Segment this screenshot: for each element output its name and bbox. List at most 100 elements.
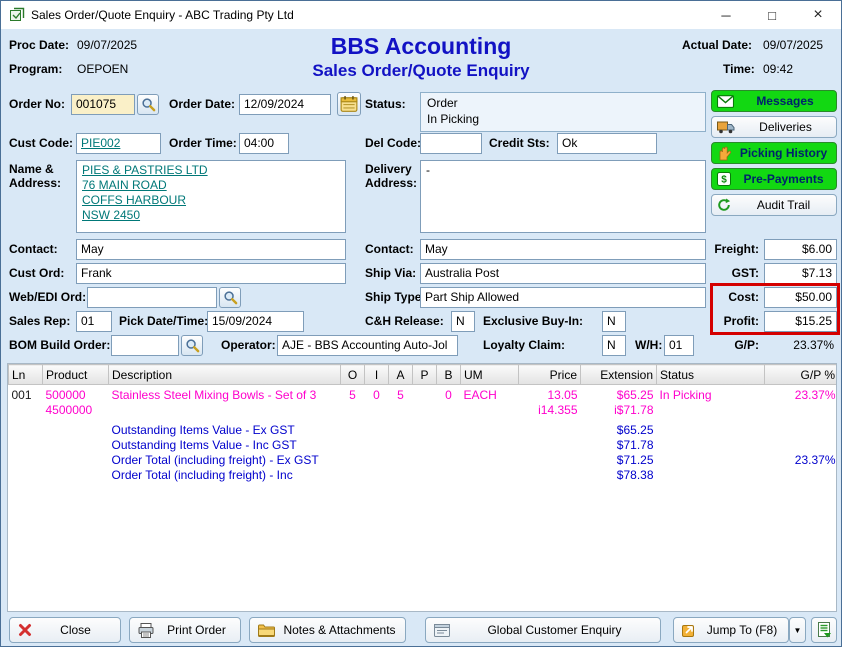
order-no-field[interactable]: 001075 xyxy=(71,94,135,115)
sales-rep-label: Sales Rep: xyxy=(9,314,70,328)
calendar-button[interactable] xyxy=(337,92,361,116)
audit-trail-button[interactable]: Audit Trail xyxy=(711,194,837,216)
col-ln: Ln xyxy=(9,365,43,385)
order-date-field[interactable]: 12/09/2024 xyxy=(239,94,331,115)
col-extension: Extension xyxy=(581,365,657,385)
picking-history-button[interactable]: Picking History xyxy=(711,142,837,164)
svg-text:$: $ xyxy=(721,175,727,186)
cell-b: 0 xyxy=(437,388,461,418)
calendar-icon xyxy=(340,95,358,113)
name-address-box: PIES & PASTRIES LTD 76 MAIN ROAD COFFS H… xyxy=(76,160,346,233)
proc-date-label: Proc Date: xyxy=(9,38,69,52)
col-a: A xyxy=(389,365,413,385)
summary-extension: $65.25 xyxy=(581,423,657,438)
contact-left-field[interactable]: May xyxy=(76,239,346,260)
credit-sts-label: Credit Sts: xyxy=(489,136,550,150)
search-icon xyxy=(185,338,200,353)
bom-build-order-field[interactable] xyxy=(111,335,179,356)
pick-date-time-label: Pick Date/Time: xyxy=(119,314,208,328)
messages-button[interactable]: Messages xyxy=(711,90,837,112)
close-button[interactable]: Close xyxy=(9,617,121,643)
address-line-3[interactable]: COFFS HARBOUR xyxy=(82,193,186,207)
green-document-icon xyxy=(817,622,832,638)
truck-icon xyxy=(717,121,735,134)
sales-rep-field[interactable]: 01 xyxy=(76,311,112,332)
close-icon xyxy=(18,623,32,637)
cust-code-field[interactable]: PIE002 xyxy=(76,133,161,154)
cell-a: 5 xyxy=(389,388,413,418)
notes-attachments-label: Notes & Attachments xyxy=(282,623,397,637)
maximize-button[interactable]: □ xyxy=(749,1,795,29)
gp-value: 23.37% xyxy=(764,338,834,352)
deliveries-button[interactable]: Deliveries xyxy=(711,116,837,138)
bom-search-button[interactable] xyxy=(181,335,203,356)
program-value: OEPOEN xyxy=(77,62,128,76)
search-icon xyxy=(223,290,238,305)
deliveries-label: Deliveries xyxy=(740,120,831,134)
contact-right-field[interactable]: May xyxy=(420,239,706,260)
global-customer-enquiry-button[interactable]: Global Customer Enquiry xyxy=(425,617,661,643)
address-line-4[interactable]: NSW 2450 xyxy=(82,208,140,222)
bom-build-order-label: BOM Build Order: xyxy=(9,338,110,352)
print-order-button[interactable]: Print Order xyxy=(129,617,241,643)
proc-date-value: 09/07/2025 xyxy=(77,38,137,52)
jump-to-dropdown-arrow[interactable]: ▼ xyxy=(789,617,806,643)
del-code-field[interactable] xyxy=(420,133,482,154)
order-time-field[interactable]: 04:00 xyxy=(239,133,289,154)
global-customer-enquiry-label: Global Customer Enquiry xyxy=(457,623,652,637)
close-window-button[interactable]: × xyxy=(795,1,841,29)
cell-ln: 001 xyxy=(9,388,43,418)
actual-date-label: Actual Date: xyxy=(682,38,752,52)
table-row[interactable]: 001 500000 4500000 Stainless Steel Mixin… xyxy=(9,388,838,418)
exclusive-buy-in-field[interactable]: N xyxy=(602,311,626,332)
messages-label: Messages xyxy=(739,94,831,108)
chevron-down-icon: ▼ xyxy=(794,626,802,635)
program-label: Program: xyxy=(9,62,62,76)
operator-field[interactable]: AJE - BBS Accounting Auto-Jol xyxy=(277,335,458,356)
web-edi-search-button[interactable] xyxy=(219,287,241,308)
product-code-2: 4500000 xyxy=(46,403,106,418)
order-date-label: Order Date: xyxy=(169,97,235,111)
contact-left-label: Contact: xyxy=(9,242,58,256)
product-code-1: 500000 xyxy=(46,388,106,403)
web-edi-ord-field[interactable] xyxy=(87,287,217,308)
summary-gp xyxy=(765,438,838,453)
export-button[interactable] xyxy=(811,617,837,643)
address-line-1[interactable]: PIES & PASTRIES LTD xyxy=(82,163,208,177)
ship-type-field[interactable]: Part Ship Allowed xyxy=(420,287,706,308)
col-i: I xyxy=(365,365,389,385)
jump-to-button[interactable]: Jump To (F8) xyxy=(673,617,789,643)
col-gp: G/P % xyxy=(765,365,838,385)
cust-ord-field[interactable]: Frank xyxy=(76,263,346,284)
summary-gp: 23.37% xyxy=(765,453,838,468)
freight-label: Freight: xyxy=(691,242,759,256)
ship-via-field[interactable]: Australia Post xyxy=(420,263,706,284)
folder-icon xyxy=(258,624,275,637)
notes-attachments-button[interactable]: Notes & Attachments xyxy=(249,617,406,643)
cell-description: Stainless Steel Mixing Bowls - Set of 3 xyxy=(109,388,341,418)
web-edi-ord-label: Web/EDI Ord: xyxy=(9,290,86,304)
order-no-label: Order No: xyxy=(9,97,65,111)
loyalty-claim-field[interactable]: N xyxy=(602,335,626,356)
col-b: B xyxy=(437,365,461,385)
pre-payments-button[interactable]: $ Pre-Payments xyxy=(711,168,837,190)
minimize-button[interactable]: ─ xyxy=(703,1,749,29)
summary-extension: $78.38 xyxy=(581,468,657,483)
freight-value: $6.00 xyxy=(764,239,837,260)
cust-code-link[interactable]: PIE002 xyxy=(81,136,120,150)
audit-trail-label: Audit Trail xyxy=(736,198,831,212)
wh-field[interactable]: 01 xyxy=(664,335,694,356)
cell-status: In Picking xyxy=(657,388,765,418)
app-title: BBS Accounting xyxy=(161,33,681,60)
contact-right-label: Contact: xyxy=(365,242,414,256)
actual-date-value: 09/07/2025 xyxy=(763,38,823,52)
table-header-row: Ln Product Description O I A P B UM Pric… xyxy=(9,365,838,385)
loyalty-claim-label: Loyalty Claim: xyxy=(483,338,565,352)
credit-sts-field[interactable]: Ok xyxy=(557,133,657,154)
order-lines-table: Ln Product Description O I A P B UM Pric… xyxy=(7,363,837,612)
pick-date-time-field[interactable]: 15/09/2024 xyxy=(207,311,304,332)
order-no-search-button[interactable] xyxy=(137,94,159,115)
summary-extension: $71.78 xyxy=(581,438,657,453)
address-line-2[interactable]: 76 MAIN ROAD xyxy=(82,178,167,192)
ch-release-field[interactable]: N xyxy=(451,311,475,332)
